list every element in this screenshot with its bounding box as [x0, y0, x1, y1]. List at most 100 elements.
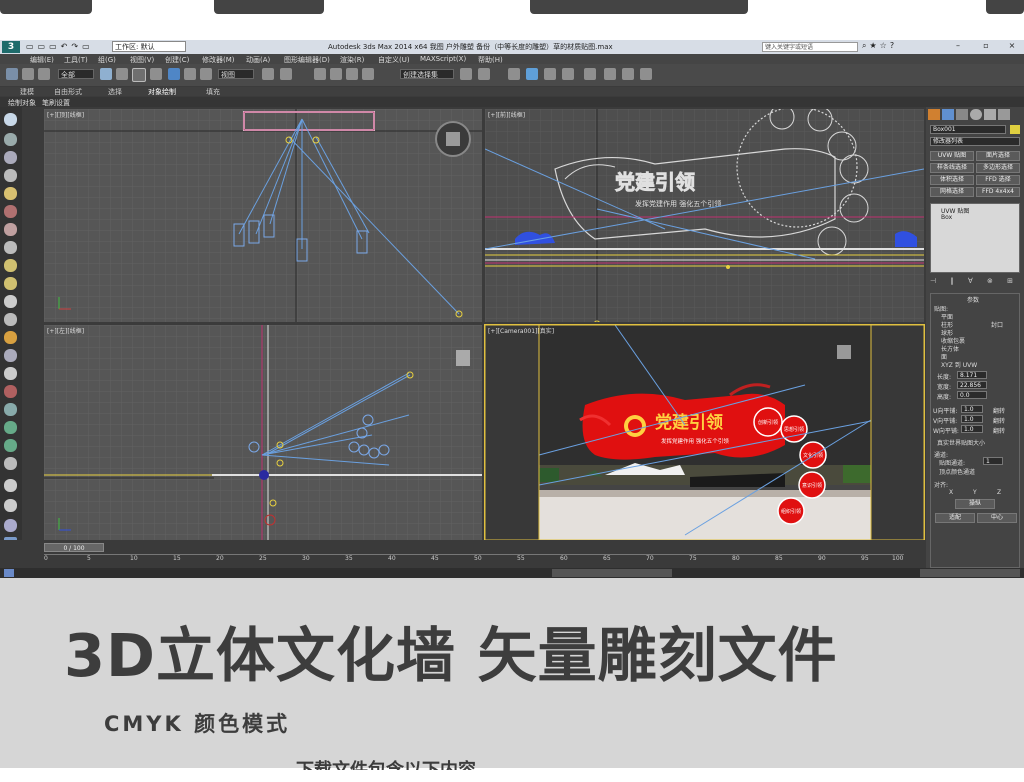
align-icon[interactable]: [478, 68, 490, 80]
window-crossing-icon[interactable]: [150, 68, 162, 80]
tool-icon[interactable]: [4, 349, 17, 362]
search-input[interactable]: 键入关键字或短语: [762, 42, 858, 52]
pivot-icon[interactable]: [262, 68, 274, 80]
render-icon[interactable]: [640, 68, 652, 80]
link-icon[interactable]: [22, 68, 34, 80]
motion-tab-icon[interactable]: [970, 109, 982, 120]
v-flip-checkbox[interactable]: 翻转: [993, 416, 1005, 425]
tool-icon[interactable]: [4, 385, 17, 398]
real-world-checkbox[interactable]: 真实世界贴图大小: [937, 438, 985, 447]
tab-selection[interactable]: 选择: [108, 87, 122, 97]
align-z-radio[interactable]: Z: [997, 489, 1001, 496]
maximize-button[interactable]: ▫: [978, 41, 994, 50]
layer-manager-icon[interactable]: [508, 68, 520, 80]
playback-controls[interactable]: [552, 569, 672, 577]
tab-freeform[interactable]: 自由形式: [54, 87, 82, 97]
uvw-map-button[interactable]: UVW 贴图: [930, 151, 974, 161]
modify-tab-icon[interactable]: [942, 109, 954, 120]
map-channel-field[interactable]: 1: [983, 457, 1003, 465]
utilities-tab-icon[interactable]: [998, 109, 1010, 120]
length-field[interactable]: 8.171: [957, 371, 987, 379]
tab-object-paint[interactable]: 对象绘制: [148, 87, 176, 97]
maxscript-listener-icon[interactable]: [4, 569, 14, 577]
mesh-select-button[interactable]: 网格选择: [930, 187, 974, 197]
tool-icon[interactable]: [4, 169, 17, 182]
move-icon[interactable]: [168, 68, 180, 80]
subtab-brush-settings[interactable]: 笔刷设置: [42, 98, 70, 108]
create-tab-icon[interactable]: [928, 109, 940, 120]
tab-populate[interactable]: 填充: [206, 87, 220, 97]
tool-icon[interactable]: [4, 331, 17, 344]
viewport-camera[interactable]: 党建引领 发挥党建作用 强化五个引领 创新引领 思想引领 文化引领 意识引领 组…: [484, 324, 925, 541]
cap-checkbox[interactable]: 封口: [991, 320, 1003, 329]
search-tools-icons[interactable]: ⌕★☆?: [862, 41, 897, 51]
select-object-icon[interactable]: [100, 68, 112, 80]
display-tab-icon[interactable]: [984, 109, 996, 120]
map-channel-radio[interactable]: 贴图通道:: [939, 458, 965, 467]
reference-coordinate-select[interactable]: 视图: [218, 69, 254, 79]
tool-icon[interactable]: [4, 223, 17, 236]
viewport-label[interactable]: [+][前][线框]: [488, 110, 525, 119]
rect-select-icon[interactable]: [132, 68, 146, 82]
tool-icon[interactable]: [4, 295, 17, 308]
paint-tool-icon[interactable]: [4, 113, 17, 126]
vertex-color-radio[interactable]: 顶点颜色通道: [939, 467, 975, 476]
tab-modeling[interactable]: 建模: [20, 87, 34, 97]
fit-button[interactable]: 适配: [935, 513, 975, 523]
radio-xyz-uvw[interactable]: XYZ 到 UVW: [941, 360, 977, 369]
modifier-stack[interactable]: UVW 贴图 Box: [930, 203, 1020, 273]
select-by-name-icon[interactable]: [116, 68, 128, 80]
selection-filter-select[interactable]: 全部: [58, 69, 94, 79]
tool-icon[interactable]: [4, 259, 17, 272]
menu-maxscript[interactable]: MAXScript(X): [420, 55, 466, 63]
graphite-tools-icon[interactable]: [526, 68, 538, 80]
viewport-nav-controls[interactable]: [920, 569, 1020, 577]
tool-icon[interactable]: [4, 403, 17, 416]
spinner-snap-icon[interactable]: [362, 68, 374, 80]
tool-icon[interactable]: [4, 133, 17, 146]
snap-icon[interactable]: [314, 68, 326, 80]
center-button[interactable]: 中心: [977, 513, 1017, 523]
tool-icon[interactable]: [4, 457, 17, 470]
tool-icon[interactable]: [4, 205, 17, 218]
schematic-view-icon[interactable]: [562, 68, 574, 80]
rotate-icon[interactable]: [184, 68, 196, 80]
material-editor-icon[interactable]: [584, 68, 596, 80]
object-color-swatch[interactable]: [1010, 125, 1020, 134]
u-tile-field[interactable]: 1.0: [961, 405, 983, 413]
w-tile-field[interactable]: 1.0: [961, 425, 983, 433]
app-logo-icon[interactable]: 3: [2, 41, 20, 53]
viewport-label[interactable]: [+][Camera001][真实]: [488, 326, 554, 335]
tool-icon[interactable]: [4, 241, 17, 254]
params-title[interactable]: 参数: [967, 295, 979, 304]
tool-icon[interactable]: [4, 519, 17, 532]
mirror-icon[interactable]: [460, 68, 472, 80]
ffd-select-button[interactable]: FFD 选择: [976, 175, 1020, 185]
width-field[interactable]: 22.856: [957, 381, 987, 389]
u-flip-checkbox[interactable]: 翻转: [993, 406, 1005, 415]
viewport-label[interactable]: [+][左][线框]: [47, 326, 84, 335]
scale-icon[interactable]: [200, 68, 212, 80]
tool-icon[interactable]: [4, 151, 17, 164]
ffd-444-button[interactable]: FFD 4x4x4: [976, 187, 1020, 197]
align-x-radio[interactable]: X: [949, 489, 953, 496]
tool-icon[interactable]: [4, 277, 17, 290]
manipulate-button[interactable]: 操纵: [955, 499, 995, 509]
align-y-radio[interactable]: Y: [973, 489, 977, 496]
hierarchy-tab-icon[interactable]: [956, 109, 968, 120]
curve-editor-icon[interactable]: [544, 68, 556, 80]
poly-select-button[interactable]: 多边形选择: [976, 163, 1020, 173]
manipulate-icon[interactable]: [280, 68, 292, 80]
time-slider[interactable]: 0 / 100: [44, 543, 104, 552]
stack-item-box[interactable]: Box: [941, 214, 952, 221]
tool-icon[interactable]: [4, 499, 17, 512]
viewport-front[interactable]: 党建引领 发挥党建作用 强化五个引领 [+][前][线框]: [485, 109, 924, 322]
tool-icon[interactable]: [4, 479, 17, 492]
tool-icon[interactable]: [4, 313, 17, 326]
track-bar[interactable]: 0 5 10 15 20 25 30 35 40 45 50 55 60 65 …: [44, 554, 904, 567]
w-flip-checkbox[interactable]: 翻转: [993, 426, 1005, 435]
viewport-label[interactable]: [+][顶][线框]: [47, 110, 84, 119]
patch-select-button[interactable]: 面片选择: [976, 151, 1020, 161]
unlink-icon[interactable]: [38, 68, 50, 80]
viewport-top[interactable]: [+][顶][线框]: [44, 109, 482, 322]
